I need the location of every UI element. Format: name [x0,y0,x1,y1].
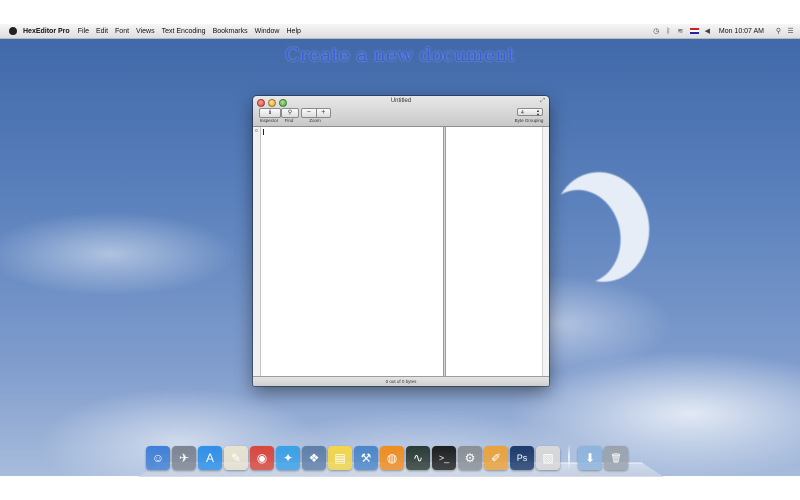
document-window: Untitled ⤢ ℹ Inspector ⚲ Find − + Zoom 4… [253,96,549,386]
byte-grouping-value: 4 [521,110,524,116]
status-bar: 0 out of 0 bytes [253,376,549,386]
launchpad-icon[interactable]: ✈ [172,446,196,470]
menu-edit[interactable]: Edit [96,28,108,35]
zoom-out-button[interactable]: − [302,109,316,117]
offset-label: 0 [255,128,258,133]
zoom-control: − + [301,108,331,118]
photoshop-icon[interactable]: Ps [510,446,534,470]
info-icon: ℹ [268,110,272,116]
menu-font[interactable]: Font [115,28,129,35]
inspector-button[interactable]: ℹ [259,108,281,118]
app-store-icon[interactable]: A [198,446,222,470]
textedit-icon[interactable]: ✎ [224,446,248,470]
activity-monitor-icon[interactable]: ∿ [406,446,430,470]
menu-help[interactable]: Help [287,28,301,35]
text-caret [263,129,264,135]
flag-icon[interactable] [689,28,699,34]
notification-center-icon[interactable]: ☰ [787,28,794,35]
menu-file[interactable]: File [78,28,89,35]
menu-bar: HexEditor Pro File Edit Font Views Text … [0,24,800,39]
downloads-folder-icon[interactable]: ⬇ [578,446,602,470]
menu-views[interactable]: Views [136,28,155,35]
xcode-icon[interactable]: ⚒ [354,446,378,470]
status-area: ◷ ᛒ ≋ ◀ Mon 10:07 AM ⚲ ☰ [648,24,794,38]
menu-bookmarks[interactable]: Bookmarks [213,28,248,35]
menu-app-name[interactable]: HexEditor Pro [23,28,70,35]
ibooks-icon[interactable]: ◍ [380,446,404,470]
find-button[interactable]: ⚲ [281,108,299,118]
window-toolbar: Untitled ⤢ ℹ Inspector ⚲ Find − + Zoom 4… [253,96,549,127]
fullscreen-icon[interactable]: ⤢ [540,98,545,105]
byte-grouping-select[interactable]: 4 ▲ ▼ [517,108,543,117]
stickies-icon[interactable]: ▤ [328,446,352,470]
volume-icon[interactable]: ◀ [704,28,711,35]
offset-gutter: 0 [253,127,261,377]
terminal-icon[interactable]: >_ [432,446,456,470]
trash-icon[interactable]: 🗑 [604,446,628,470]
find-label: Find [284,118,294,123]
window-title: Untitled [390,98,412,104]
pdf-document-icon[interactable]: ▧ [536,446,560,470]
time-machine-icon[interactable]: ◷ [653,28,660,35]
bluetooth-icon[interactable]: ᛒ [665,28,672,35]
menu-text-encoding[interactable]: Text Encoding [162,28,206,35]
zoom-label: Zoom [309,118,321,123]
byte-grouping-label: Byte Grouping [514,118,544,123]
ascii-pane[interactable] [446,127,543,377]
hex-pane[interactable] [261,127,443,377]
search-icon: ⚲ [287,110,293,116]
editor-content: 0 [253,127,549,377]
pages-icon[interactable]: ✐ [484,446,508,470]
promo-headline: Create a new document [285,44,515,66]
moon-decoration [544,165,658,290]
menu-window[interactable]: Window [255,28,280,35]
stepper-arrows-icon: ▲ ▼ [536,108,540,117]
system-preferences-icon[interactable]: ⚙ [458,446,482,470]
spotlight-icon[interactable]: ⚲ [775,28,782,35]
vertical-scrollbar[interactable] [542,127,549,377]
menu-clock[interactable]: Mon 10:07 AM [719,28,764,35]
zoom-in-button[interactable]: + [315,109,331,117]
byte-count-status: 0 out of 0 bytes [385,379,417,384]
dock: ☺ ✈ A ✎ ◉ ✦ ❖ ▤ ⚒ ◍ ∿ >_ ⚙ ✐ Ps ▧ ⬇ 🗑 [146,440,628,470]
finder-icon[interactable]: ☺ [146,446,170,470]
preview-icon[interactable]: ❖ [302,446,326,470]
chrome-icon[interactable]: ◉ [250,446,274,470]
dock-separator [568,444,570,470]
apple-menu-icon[interactable] [9,27,17,35]
wifi-icon[interactable]: ≋ [677,28,684,35]
safari-icon[interactable]: ✦ [276,446,300,470]
